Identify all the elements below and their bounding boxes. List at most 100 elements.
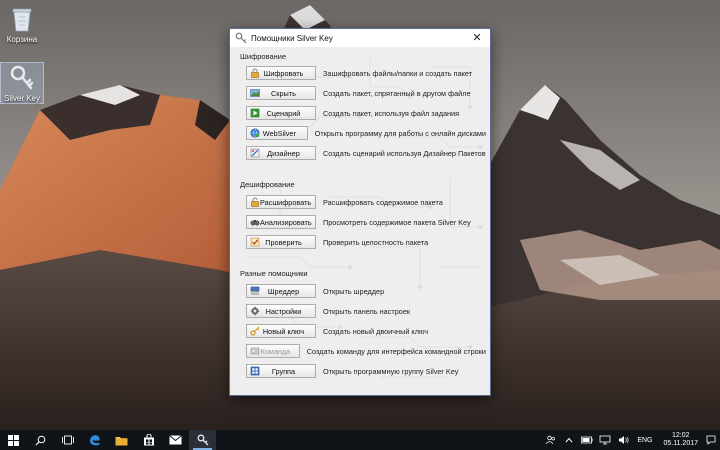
silver-key-icon	[197, 434, 208, 446]
encrypt-button-label: Шифровать	[263, 68, 304, 78]
group-icon	[250, 366, 260, 376]
recycle-bin-icon	[12, 8, 32, 32]
group-description: Открыть программную группу Silver Key	[323, 366, 459, 376]
hide-button[interactable]: Скрыть	[246, 86, 316, 100]
file-explorer-button[interactable]	[108, 430, 135, 450]
lock-icon	[251, 68, 259, 78]
section-title-decryption: Дешифрование	[240, 180, 295, 189]
settings-description: Открыть панель настроек	[323, 306, 411, 316]
settings-button-label: Настройки	[265, 306, 302, 316]
group-button-label: Группа	[271, 366, 296, 376]
globe-icon	[250, 128, 260, 138]
shredder-icon	[250, 286, 260, 295]
desktop-icon-label: Silver Key	[3, 94, 40, 103]
close-icon: ✕	[472, 31, 482, 44]
decrypt-description: Расшифровать содержимое пакета	[323, 197, 443, 207]
websilver-description: Открыть программу для работы с онлайн ди…	[314, 128, 486, 138]
image-icon	[250, 89, 260, 97]
clock-time: 12:02	[671, 432, 690, 439]
designer-button-label: Дизайнер	[267, 148, 300, 158]
script-icon	[250, 108, 260, 118]
settings-button[interactable]: Настройки	[246, 304, 316, 318]
volume-icon[interactable]	[617, 434, 629, 446]
key-icon	[250, 326, 260, 336]
chevron-up-icon	[565, 437, 573, 443]
close-button[interactable]: ✕	[464, 29, 490, 47]
row-new-key: Новый ключ Создать новый двоичный ключ	[246, 324, 486, 338]
command-description: Создать команду для интерфейса командной…	[306, 346, 486, 356]
row-websilver: WebSilver Открыть программу для работы с…	[246, 126, 486, 140]
silver-key-icon	[10, 65, 34, 90]
dialog-title: Помощники Silver Key	[251, 33, 333, 43]
script-button[interactable]: Сценарий	[246, 106, 316, 120]
desktop-icon-silver-key[interactable]: Silver Key	[0, 62, 44, 104]
silver-key-wizards-dialog: Помощники Silver Key ✕ Шифрование Шифров…	[229, 28, 491, 396]
hide-button-label: Скрыть	[271, 88, 296, 98]
designer-button[interactable]: Дизайнер	[246, 146, 316, 160]
shredder-button[interactable]: Шреддер	[246, 284, 316, 298]
command-button-label: Команда	[260, 346, 291, 356]
mail-icon	[169, 435, 182, 445]
verify-button[interactable]: Проверить	[246, 235, 316, 249]
silver-key-taskbar-button[interactable]	[189, 430, 216, 450]
notification-icon	[706, 435, 716, 445]
store-button[interactable]	[135, 430, 162, 450]
script-description: Создать пакет, используя файл задания	[323, 108, 460, 118]
edge-icon	[89, 435, 100, 446]
show-hidden-icons-icon[interactable]	[563, 434, 575, 446]
desktop-icon-recycle-bin[interactable]: Корзина	[0, 5, 44, 44]
task-view-icon	[61, 435, 74, 445]
dialog-titlebar[interactable]: Помощники Silver Key ✕	[230, 29, 490, 47]
row-encrypt: Шифровать Зашифровать файлы/папки и созд…	[246, 66, 486, 80]
shredder-button-label: Шреддер	[267, 286, 300, 296]
new-key-description: Создать новый двоичный ключ	[323, 326, 429, 336]
designer-icon	[250, 148, 260, 158]
start-button[interactable]	[0, 430, 27, 450]
row-settings: Настройки Открыть панель настроек	[246, 304, 486, 318]
unlock-icon	[251, 197, 259, 207]
settings-icon	[250, 306, 260, 316]
analyze-button[interactable]: Анализировать	[246, 215, 316, 229]
row-hide: Скрыть Создать пакет, спрятанный в друго…	[246, 86, 486, 100]
people-icon[interactable]	[545, 434, 557, 446]
edge-button[interactable]	[81, 430, 108, 450]
verify-button-label: Проверить	[265, 237, 302, 247]
decrypt-button[interactable]: Расшифровать	[246, 195, 316, 209]
battery-glyph-icon	[581, 436, 593, 444]
checkmark-icon	[250, 237, 260, 247]
row-decrypt: Расшифровать Расшифровать содержимое пак…	[246, 195, 486, 209]
network-icon[interactable]	[599, 434, 611, 446]
silver-key-icon	[235, 32, 247, 44]
row-shredder: Шреддер Открыть шреддер	[246, 284, 486, 298]
row-verify: Проверить Проверить целостность пакета	[246, 235, 486, 249]
windows-logo-icon	[8, 434, 19, 446]
search-icon	[35, 435, 46, 445]
designer-description: Создать сценарий используя Дизайнер Паке…	[323, 148, 486, 158]
input-language-indicator[interactable]: ENG	[637, 437, 652, 444]
desktop-icon-label: Корзина	[6, 35, 38, 44]
row-script: Сценарий Создать пакет, используя файл з…	[246, 106, 486, 120]
folder-icon	[115, 436, 128, 445]
verify-description: Проверить целостность пакета	[323, 237, 429, 247]
new-key-button[interactable]: Новый ключ	[246, 324, 316, 338]
section-title-encryption: Шифрование	[240, 52, 287, 61]
system-tray: ENG 12:02 05.11.2017	[542, 430, 720, 450]
row-command: Команда Создать команду для интерфейса к…	[246, 344, 486, 358]
search-button[interactable]	[27, 430, 54, 450]
binoculars-icon	[250, 220, 260, 226]
analyze-description: Просмотреть содержимое пакета Silver Key	[323, 217, 471, 227]
command-button[interactable]: Команда	[246, 344, 300, 358]
row-designer: Дизайнер Создать сценарий используя Диза…	[246, 146, 486, 160]
battery-icon[interactable]	[581, 434, 593, 446]
group-button[interactable]: Группа	[246, 364, 316, 378]
mail-button[interactable]	[162, 430, 189, 450]
websilver-button-label: WebSilver	[262, 128, 296, 138]
row-analyze: Анализировать Просмотреть содержимое пак…	[246, 215, 486, 229]
encrypt-button[interactable]: Шифровать	[246, 66, 316, 80]
new-key-button-label: Новый ключ	[262, 326, 305, 336]
command-icon	[250, 347, 260, 355]
clock[interactable]: 12:02 05.11.2017	[663, 432, 698, 448]
websilver-button[interactable]: WebSilver	[246, 126, 308, 140]
task-view-button[interactable]	[54, 430, 81, 450]
action-center-button[interactable]	[704, 430, 718, 450]
